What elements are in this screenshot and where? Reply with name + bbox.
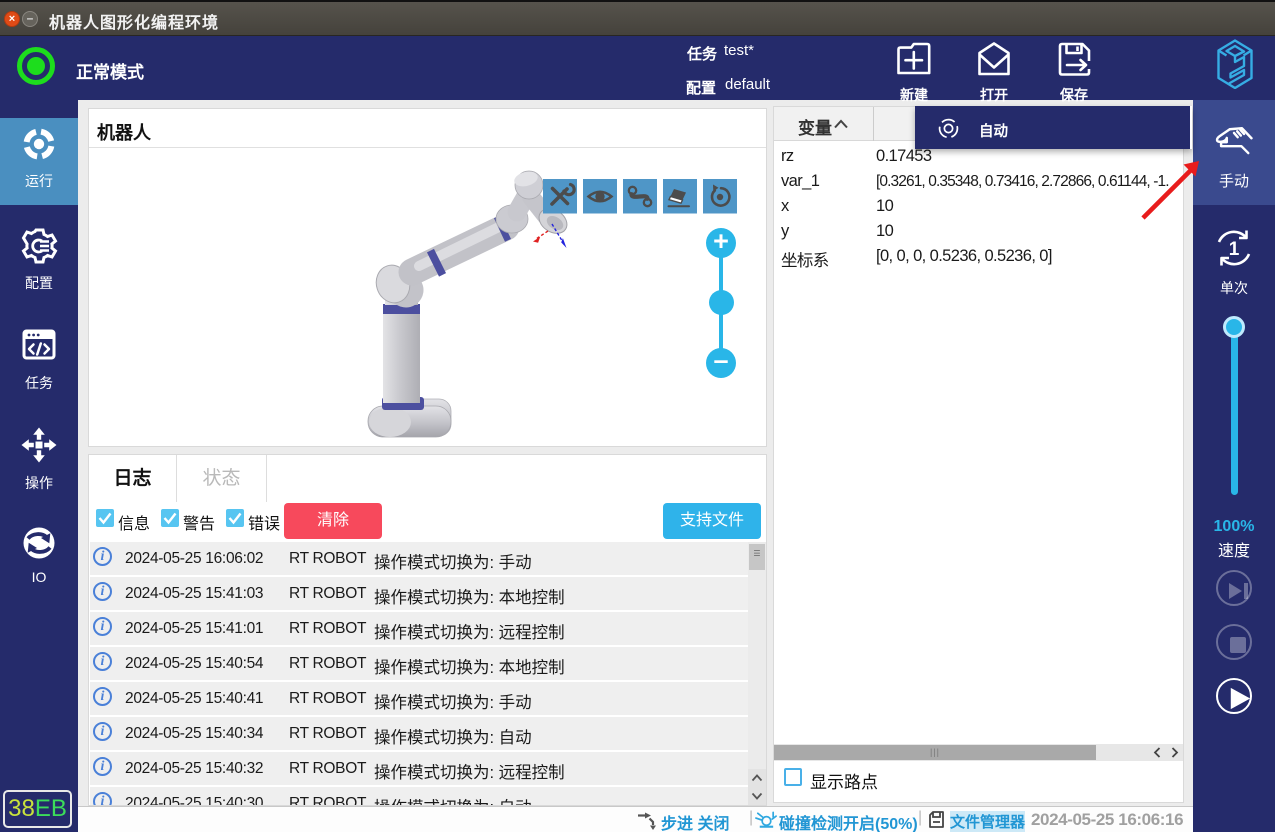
svg-text:1: 1 <box>1229 239 1240 260</box>
